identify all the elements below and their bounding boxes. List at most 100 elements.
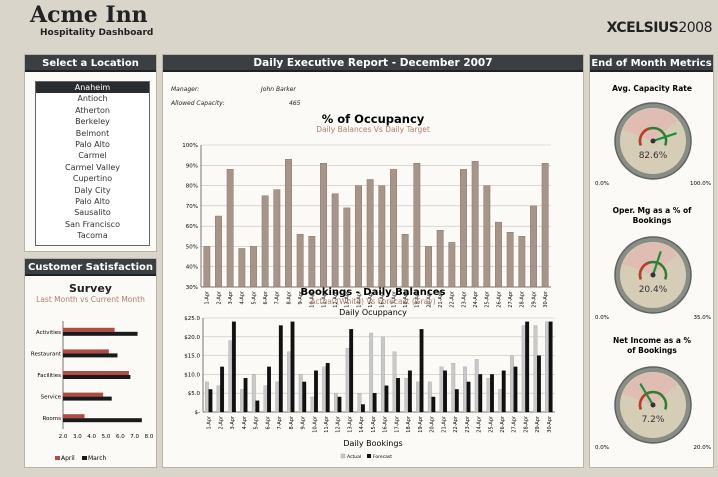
report-panel: Daily Executive Report - December 2007 M… [162,54,584,468]
bookings-bar-actual [404,378,409,413]
bookings-bar-forecast [372,393,377,413]
survey-xtick: 4.0 [87,434,96,440]
location-item[interactable]: Anaheim [36,82,149,94]
survey-bar-april [63,392,104,397]
location-panel: Select a Location Anaheim Antioch Atherton… [24,54,157,252]
survey-chart: Activities Restaurant Facilities Service Roo… [31,321,154,462]
location-item[interactable]: Belmont [36,128,149,139]
location-list[interactable]: Anaheim Antioch Atherton Berkeley Belmont Pal… [35,81,150,246]
bookings-xtick: 20-Apr [430,415,436,433]
bookings-bar-actual [427,381,432,413]
location-item[interactable]: Carmel Valley [36,162,149,173]
survey-xtick: 7.0 [130,434,139,440]
bookings-bar-forecast [537,355,541,413]
bookings-xtick: 21-Apr [441,415,447,433]
location-item[interactable]: Palo Alto [36,196,149,207]
survey-category-label: Service [41,395,62,401]
location-item[interactable]: Antioch [36,93,149,104]
bookings-bar-actual [392,351,397,413]
gauge-min-label: 0.0% [595,315,609,321]
survey-bar-march [63,375,131,379]
bookings-xtick: 25-Apr [488,415,494,433]
survey-xtick: 3.0 [73,434,82,440]
bookings-xtick: 5-Apr [254,415,260,429]
metrics-panel: End of Month Metrics Avg. Capacity Rate 8… [589,54,714,468]
bookings-bar-actual [474,359,479,413]
bookings-xtick: 27-Apr [512,415,518,433]
bookings-bar-actual [451,362,456,413]
bookings-bar-forecast [396,378,401,413]
bookings-bar-actual [533,325,538,413]
bookings-ytick: $- [195,410,200,416]
bookings-xtick: 3-Apr [230,415,236,429]
location-item[interactable]: Carmel [36,150,149,161]
bookings-xtick: 18-Apr [406,415,412,433]
bookings-bar-actual [521,325,526,413]
survey-xtick: 6.0 [116,434,125,440]
location-panel-heading: Select a Location [25,55,156,72]
location-item[interactable]: Atherton [36,105,149,116]
gauge-title: Oper. Mg as a % of [613,206,692,215]
location-item[interactable]: Sausalito [36,207,149,218]
survey-bar-april [63,414,85,419]
bookings-xtick: 14-Apr [359,415,365,433]
gauge-hub [650,402,656,408]
bookings-bar-forecast [314,370,318,413]
survey-legend-april-label: April [61,455,75,462]
bookings-bar-forecast [443,370,447,413]
bookings-bar-actual [216,385,221,413]
bookings-bar-forecast [513,366,518,413]
survey-xtick: 5.0 [102,434,111,440]
bookings-bar-actual [322,366,327,413]
bookings-bar-actual [334,393,338,413]
bookings-xtick: 22-Apr [453,415,459,433]
location-item[interactable]: Berkeley [36,116,149,127]
gauge-hub [650,138,656,144]
bookings-xtick: 4-Apr [242,415,248,429]
gauge-title: Net Income as a % [613,336,692,345]
bookings-xtick: 13-Apr [347,415,353,433]
bookings-xtick: 29-Apr [535,415,541,433]
bookings-bar-forecast [267,366,271,413]
bookings-xtick: 15-Apr [371,415,377,433]
location-item[interactable]: Daly City [36,185,149,196]
bookings-bar-forecast [290,321,295,413]
gauge-max-label: 20.0% [694,445,711,451]
bookings-bar-forecast [243,378,248,413]
bookings-bar-actual [204,381,209,413]
survey-category-label: Restaurant [31,351,62,357]
bookings-bar-forecast [419,329,424,413]
survey-xtick: 8.0 [145,434,154,440]
bookings-ytick: $25.0 [184,316,200,322]
bookings-xtick: 23-Apr [465,415,471,433]
legend-actual-label: Actual [347,454,361,460]
bookings-xtick: 11-Apr [324,415,330,433]
location-item[interactable]: Palo Alto [36,139,149,150]
bookings-bar-actual [357,393,362,413]
gauge-title: of Bookings [627,346,677,355]
survey-bar-march [63,331,138,336]
bookings-chart: Bookings - Daily BalancesActual (White) … [184,287,555,460]
gauge-title: Avg. Capacity Rate [612,84,692,93]
bookings-bar-forecast [501,370,506,413]
bookings-xtick: 30-Apr [547,415,553,433]
bookings-bar-forecast [337,396,342,413]
bookings-ytick: $20.0 [184,335,200,341]
bookings-bar-forecast [255,400,260,413]
bookings-xtick: 19-Apr [418,415,424,433]
bookings-xtick: 12-Apr [336,415,342,433]
bookings-bar-forecast [208,389,213,413]
bookings-xtick: 9-Apr [301,415,307,429]
bookings-xtick: 8-Apr [289,415,295,429]
location-item[interactable]: San Francisco [36,219,149,230]
survey-bar-april [63,371,129,375]
bookings-xtick: 1-Apr [207,415,213,429]
location-item[interactable]: Cupertino [36,173,149,184]
bookings-bar-forecast [231,321,236,413]
bookings-bar-forecast [302,381,307,413]
bookings-xtick: 6-Apr [265,415,271,429]
bookings-bar-forecast [466,381,471,413]
bookings-xtick: 17-Apr [394,415,400,433]
bookings-bar-actual [380,336,385,413]
location-item[interactable]: Tacoma [36,230,149,241]
